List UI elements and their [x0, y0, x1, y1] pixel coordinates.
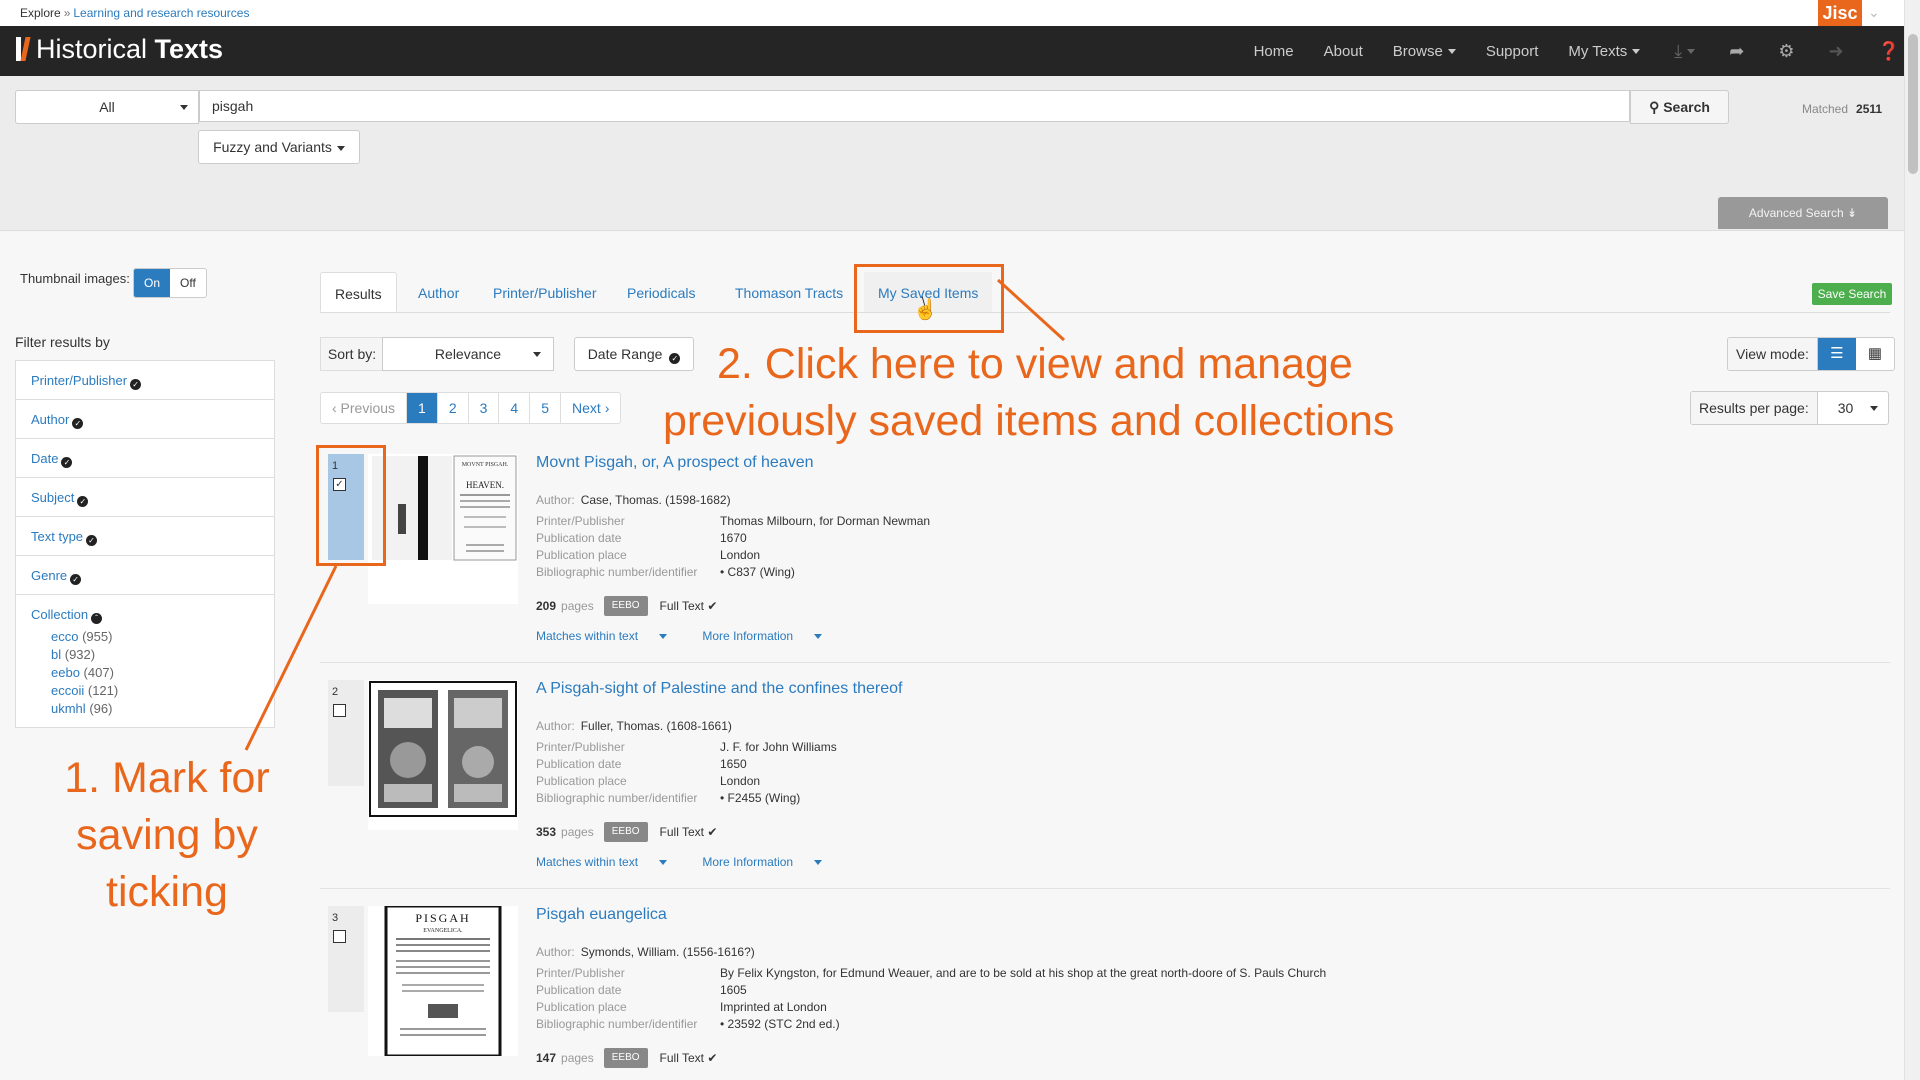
annotation-step-1-line-2: saving by	[76, 811, 258, 859]
cursor-hand-icon: ☝	[913, 299, 938, 321]
page-scrollbar[interactable]	[1904, 0, 1920, 1080]
annotation-step-2-line-2: previously saved items and collections	[663, 397, 1395, 445]
annotation-step-1-line-3: ticking	[106, 868, 228, 916]
scrollbar-thumb[interactable]	[1908, 34, 1918, 174]
annotation-step-2-line-1: 2. Click here to view and manage	[717, 340, 1353, 388]
annotation-step-1-line-1: 1. Mark for	[64, 754, 270, 802]
annotation-arrows	[244, 278, 1066, 751]
